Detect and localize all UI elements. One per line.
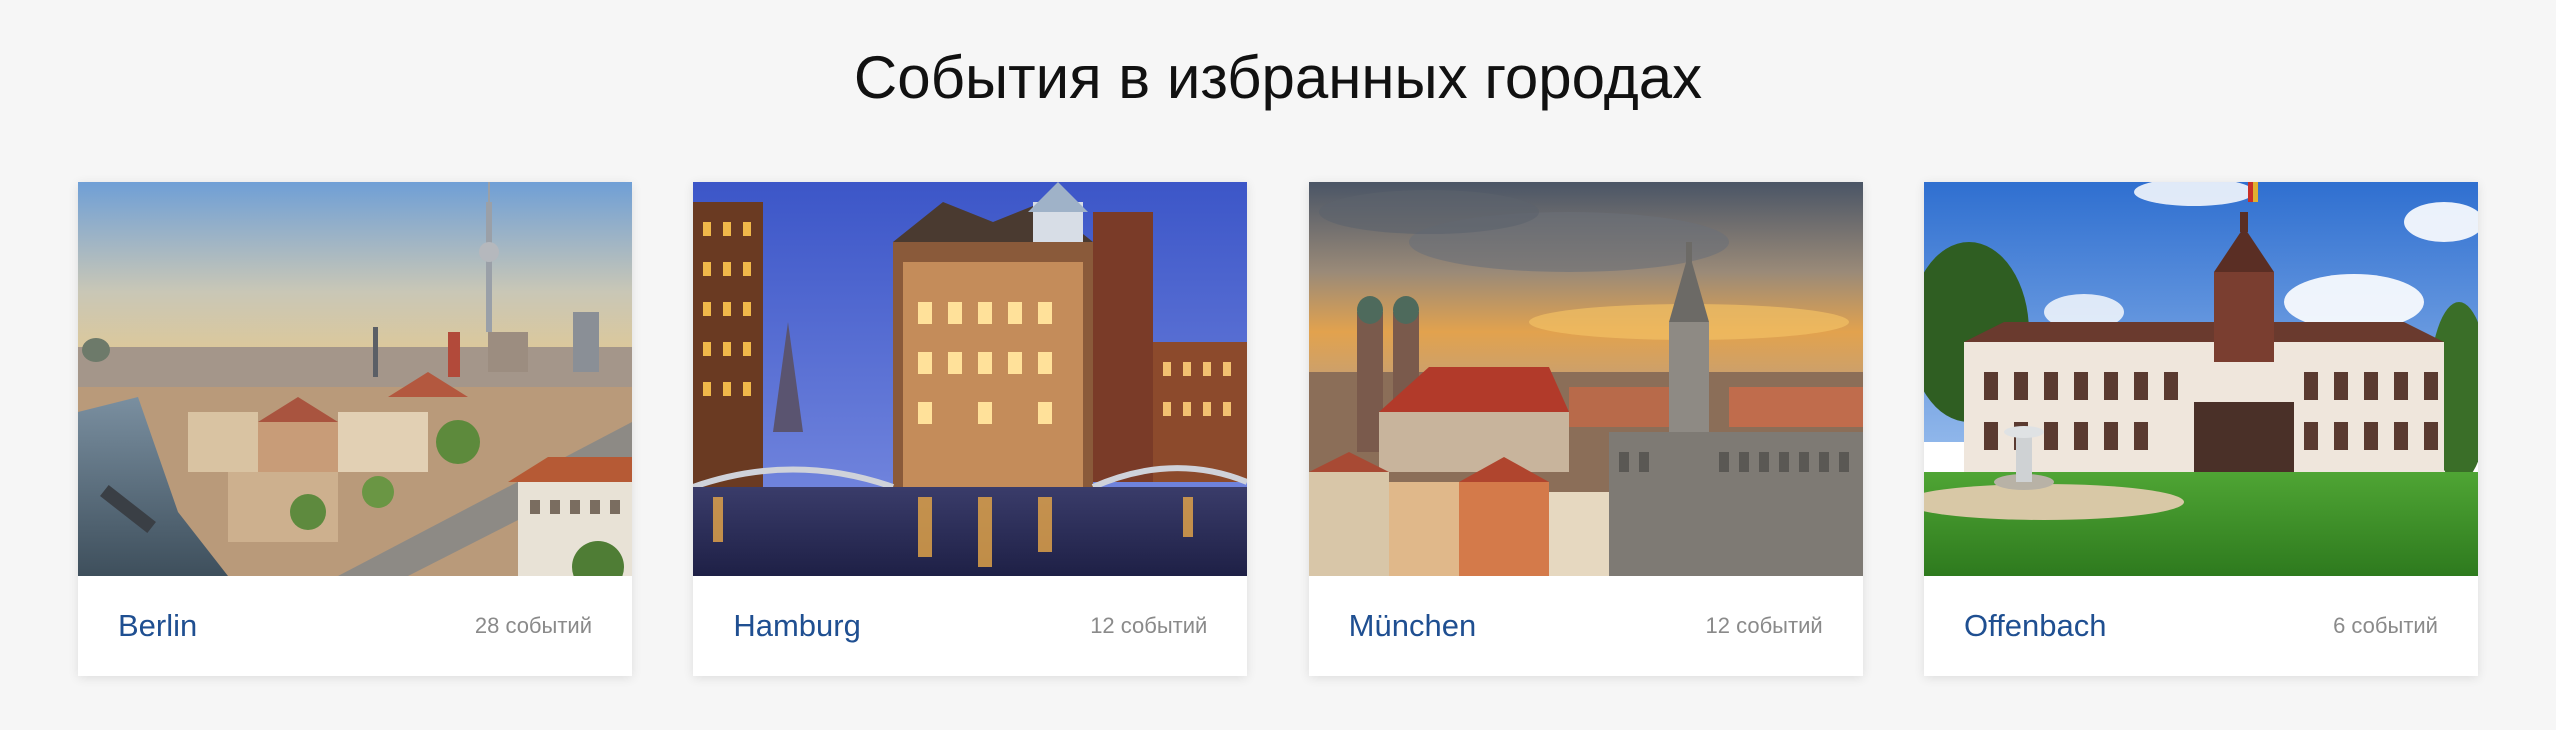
berlin-skyline-photo[interactable] bbox=[78, 182, 632, 576]
event-count: 12 событий bbox=[1705, 613, 1823, 638]
berlin-photo-illustration bbox=[78, 182, 632, 576]
city-cards-grid: Berlin 28 событий Hamburg 12 событий Mün… bbox=[78, 182, 2478, 676]
event-count: 28 событий bbox=[474, 613, 592, 638]
card-footer: Offenbach 6 событий bbox=[1924, 576, 2478, 676]
city-name-link[interactable]: Hamburg bbox=[733, 608, 861, 644]
event-count: 12 событий bbox=[1090, 613, 1208, 638]
section-title: События в избранных городах bbox=[853, 44, 1703, 111]
hamburg-speicherstadt-photo[interactable] bbox=[693, 182, 1248, 576]
city-card-offenbach[interactable]: Offenbach 6 событий bbox=[1923, 182, 2478, 676]
city-name-link[interactable]: München bbox=[1349, 608, 1477, 644]
city-card-hamburg[interactable]: Hamburg 12 событий bbox=[693, 182, 1248, 676]
city-card-berlin[interactable]: Berlin 28 событий bbox=[78, 182, 632, 676]
hamburg-photo-illustration bbox=[693, 182, 1248, 576]
offenbach-palace-photo[interactable] bbox=[1923, 182, 2478, 576]
munich-photo-illustration bbox=[1308, 182, 1863, 576]
event-count: 6 событий bbox=[2333, 613, 2438, 638]
offenbach-photo-illustration bbox=[1923, 182, 2478, 576]
city-card-muenchen[interactable]: München 12 событий bbox=[1308, 182, 1863, 676]
city-name-link[interactable]: Offenbach bbox=[1964, 608, 2106, 644]
city-name-link[interactable]: Berlin bbox=[118, 608, 197, 644]
munich-cityscape-photo[interactable] bbox=[1308, 182, 1863, 576]
card-footer: Berlin 28 событий bbox=[78, 576, 632, 676]
card-footer: München 12 событий bbox=[1309, 576, 1863, 676]
card-footer: Hamburg 12 событий bbox=[693, 576, 1247, 676]
